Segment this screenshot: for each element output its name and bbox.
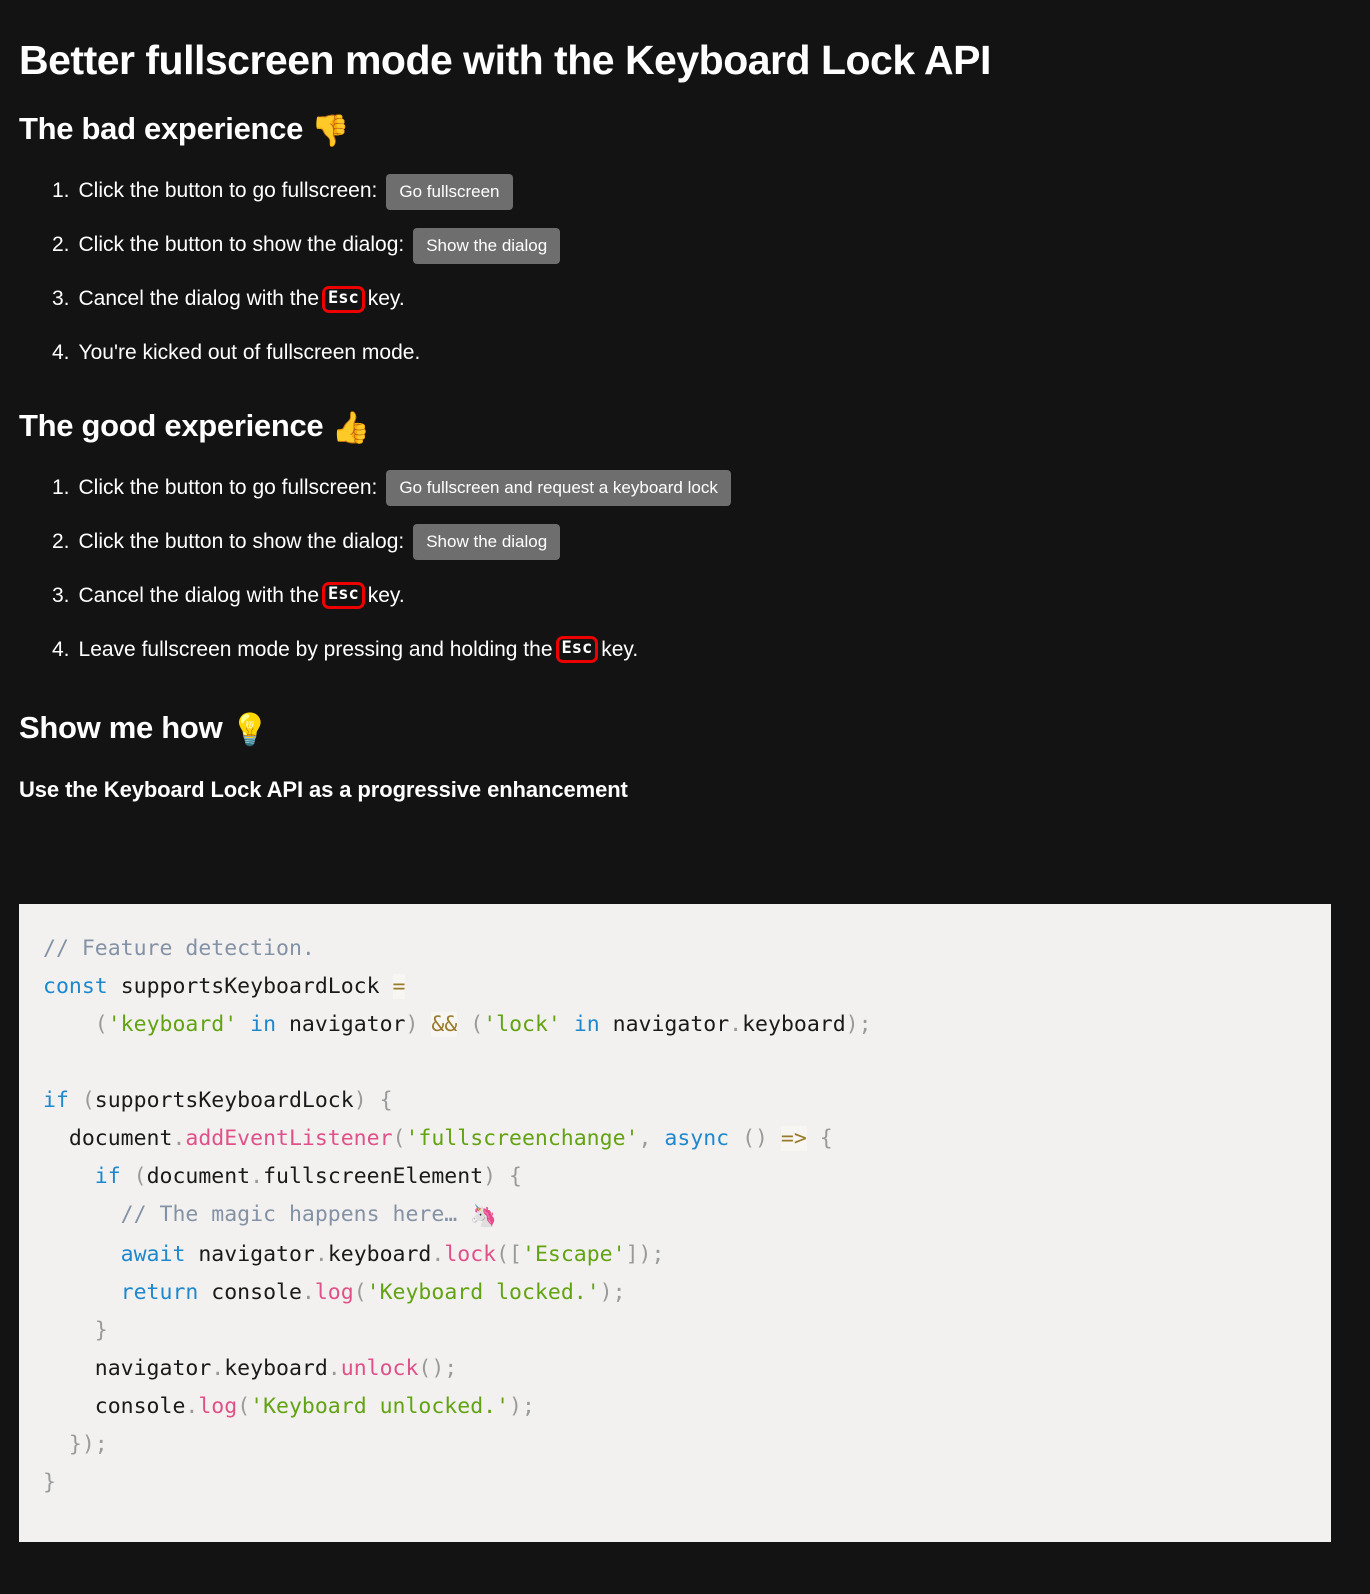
list-item: 2. Click the button to show the dialog: …: [0, 515, 1370, 569]
heading-bad-experience: The bad experience 👎: [0, 84, 1370, 150]
show-dialog-button[interactable]: Show the dialog: [413, 227, 561, 264]
list-item-text: Click the button to go fullscreen:: [78, 475, 378, 499]
esc-key-badge: Esc: [322, 286, 365, 313]
list-item-text-after: key.: [601, 637, 639, 661]
thumbs-down-icon: 👎: [311, 113, 350, 150]
list-item-text: Click the button to show the dialog:: [78, 233, 405, 257]
list-item-text-after: key.: [367, 583, 405, 607]
list-item: 2. Click the button to show the dialog: …: [0, 219, 1370, 273]
code-content: // Feature detection. const supportsKeyb…: [43, 936, 872, 1495]
list-marker: 4.: [52, 637, 70, 661]
sub-heading-progressive-enhancement: Use the Keyboard Lock API as a progressi…: [19, 776, 628, 802]
list-marker: 3.: [52, 287, 70, 311]
list-marker: 4.: [52, 341, 70, 365]
list-item-text: Click the button to go fullscreen:: [78, 179, 378, 203]
go-fullscreen-button[interactable]: Go fullscreen: [386, 173, 513, 210]
code-keyword-const: const: [43, 974, 108, 999]
lightbulb-icon: 💡: [230, 711, 270, 748]
unicorn-icon: 🦄: [470, 1204, 497, 1229]
heading-show-me-how-text: Show me how: [19, 709, 223, 745]
list-item-text: Click the button to show the dialog:: [78, 529, 405, 553]
esc-key-badge: Esc: [322, 582, 365, 610]
page-root: Better fullscreen mode with the Keyboard…: [0, 0, 1370, 1594]
heading-good-experience-text: The good experience: [19, 407, 324, 443]
code-block: // Feature detection. const supportsKeyb…: [19, 904, 1331, 1542]
thumbs-up-icon: 👍: [331, 409, 371, 446]
list-item: 3. Cancel the dialog with the Esc key.: [0, 273, 1370, 327]
good-experience-steps: 1. Click the button to go fullscreen: Go…: [0, 447, 1370, 677]
list-item-text: Leave fullscreen mode by pressing and ho…: [78, 637, 553, 661]
go-fullscreen-keyboard-lock-button[interactable]: Go fullscreen and request a keyboard loc…: [386, 469, 731, 506]
list-item-text-after: key.: [367, 287, 405, 311]
list-item: 3. Cancel the dialog with the Esc key.: [0, 569, 1370, 623]
heading-good-experience: The good experience 👍: [0, 381, 1370, 447]
show-dialog-button[interactable]: Show the dialog: [413, 523, 561, 560]
bad-experience-steps: 1. Click the button to go fullscreen: Go…: [0, 151, 1370, 381]
list-item: 1. Click the button to go fullscreen: Go…: [0, 461, 1370, 515]
list-marker: 1.: [52, 475, 70, 499]
list-item: 4. Leave fullscreen mode by pressing and…: [0, 623, 1370, 677]
page-title: Better fullscreen mode with the Keyboard…: [19, 37, 991, 83]
heading-show-me-how: Show me how 💡: [0, 677, 1370, 749]
list-item: 4. You're kicked out of fullscreen mode.: [0, 327, 1370, 381]
esc-key-badge: Esc: [555, 636, 599, 664]
heading-bad-experience-text: The bad experience: [19, 111, 304, 147]
list-marker: 1.: [52, 179, 70, 203]
list-marker: 2.: [52, 233, 70, 257]
code-comment: // Feature detection.: [43, 936, 315, 961]
list-marker: 2.: [52, 529, 70, 553]
list-item-text: You're kicked out of fullscreen mode.: [78, 341, 421, 365]
list-marker: 3.: [52, 583, 70, 607]
list-item-text: Cancel the dialog with the: [78, 583, 320, 607]
list-item: 1. Click the button to go fullscreen: Go…: [0, 165, 1370, 219]
list-item-text: Cancel the dialog with the: [78, 287, 320, 311]
